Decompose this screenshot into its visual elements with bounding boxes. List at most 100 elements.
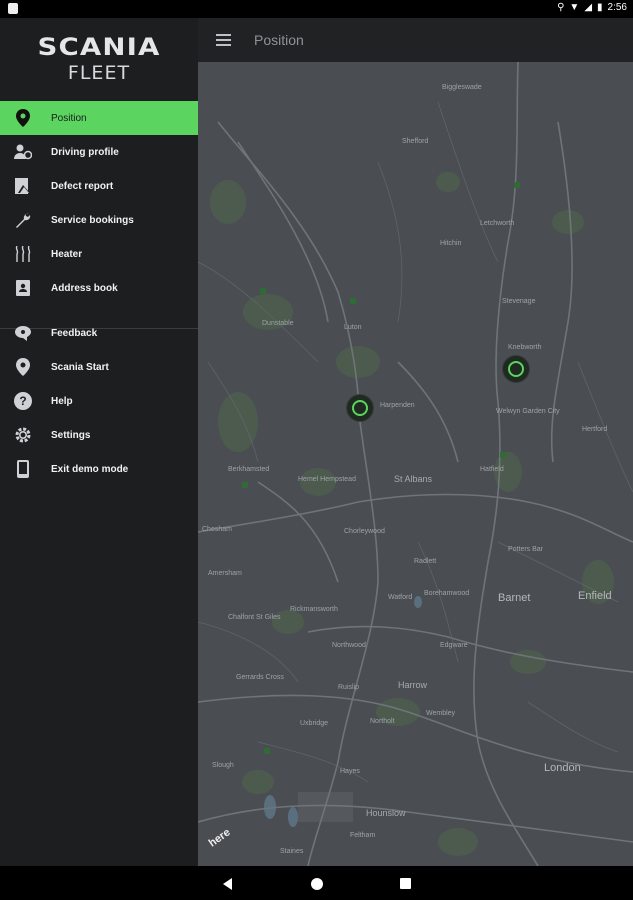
status-time: 2:56: [607, 2, 627, 13]
logo-line1: SCANIA: [37, 33, 161, 61]
drawer-item-label: Position: [51, 112, 87, 124]
map-label: Hounslow: [366, 808, 406, 818]
drawer-item-service-bookings[interactable]: Service bookings: [0, 203, 198, 237]
logo-line2: FLEET: [67, 62, 131, 84]
map-view[interactable]: Biggleswade Shefford Letchworth Hitchin …: [198, 62, 633, 866]
status-bar: ⚲ ▼ ◢ ▮ 2:56: [0, 0, 633, 18]
drawer-item-help[interactable]: ? Help: [0, 384, 198, 418]
map-label: Edgware: [440, 642, 468, 649]
battery-icon: ▮: [597, 2, 603, 13]
map-label: Hatfield: [480, 466, 504, 473]
map-label: Radlett: [414, 558, 437, 565]
feedback-icon: [13, 323, 33, 343]
hamburger-icon[interactable]: [216, 34, 231, 46]
map-label: Chesham: [202, 526, 232, 533]
vehicle-marker[interactable]: [346, 394, 374, 422]
gear-icon: [13, 425, 33, 445]
drawer-item-label: Defect report: [51, 180, 114, 192]
map-label: Borehamwood: [424, 590, 470, 597]
map-label: Uxbridge: [300, 720, 329, 727]
drawer-item-label: Driving profile: [51, 146, 119, 158]
scania-fleet-logo: SCANIA FLEET: [0, 34, 198, 84]
location-pin-icon: [13, 357, 33, 377]
map-label: Enfield: [578, 590, 612, 602]
location-icon: ⚲: [557, 2, 565, 13]
map-label: Hemel Hempstead: [298, 476, 356, 483]
map-label: Welwyn Garden City: [496, 408, 560, 415]
map-label: Ruislip: [338, 684, 360, 691]
drawer-item-feedback[interactable]: Feedback: [0, 316, 198, 350]
map-label: London: [544, 762, 581, 774]
map-label: Chalfont St Giles: [228, 614, 281, 621]
map-label: Feltham: [350, 832, 376, 839]
svg-text:?: ?: [19, 394, 26, 408]
app-toolbar: Position: [198, 18, 633, 62]
drawer-item-label: Scania Start: [51, 361, 109, 373]
wifi-icon: ▼: [569, 2, 580, 13]
notification-icon: [8, 3, 18, 14]
map-label: St Albans: [394, 474, 433, 484]
defect-report-icon: [13, 176, 33, 196]
drawer-item-exit-demo-mode[interactable]: Exit demo mode: [0, 452, 198, 486]
home-icon[interactable]: [311, 878, 323, 890]
road-shield-icon: [264, 748, 270, 754]
map-label: Barnet: [498, 592, 531, 604]
drawer-item-label: Settings: [51, 429, 91, 441]
road-shield-icon: [350, 298, 356, 304]
drawer-item-driving-profile[interactable]: Driving profile: [0, 135, 198, 169]
map-label: Knebworth: [508, 344, 542, 351]
map-label: Hayes: [340, 768, 360, 775]
drawer-item-defect-report[interactable]: Defect report: [0, 169, 198, 203]
drawer-item-position[interactable]: Position: [0, 101, 198, 135]
drawer-item-address-book[interactable]: Address book: [0, 271, 198, 305]
road-shield-icon: [260, 288, 266, 294]
road-shield-icon: [514, 182, 520, 188]
map-label: Watford: [388, 594, 413, 601]
map-label: Gerrards Cross: [236, 674, 284, 681]
map-label: Slough: [212, 762, 234, 769]
road-shield-icon: [242, 482, 248, 488]
map-label: Chorleywood: [344, 528, 385, 535]
map-label: Harrow: [398, 680, 428, 690]
navigation-drawer: SCANIA FLEET Position Driving profile De…: [0, 18, 198, 866]
phone-icon: [13, 459, 33, 479]
map-label: Potters Bar: [508, 546, 544, 553]
map-label: Stevenage: [502, 298, 536, 305]
map-label: Luton: [344, 324, 362, 331]
map-label: Biggleswade: [442, 84, 482, 91]
vehicle-marker[interactable]: [502, 355, 530, 383]
map-label: Northolt: [370, 718, 395, 725]
recent-apps-icon[interactable]: [400, 878, 411, 889]
map-label: Hertford: [582, 426, 608, 433]
drawer-item-settings[interactable]: Settings: [0, 418, 198, 452]
map-label: Wembley: [426, 710, 456, 717]
system-nav-bar: [0, 866, 633, 900]
road-shield-icon: [500, 452, 506, 458]
address-book-icon: [13, 278, 33, 298]
wrench-icon: [13, 210, 33, 230]
map-label: Amersham: [208, 570, 242, 577]
drawer-item-scania-start[interactable]: Scania Start: [0, 350, 198, 384]
map-label: Rickmansworth: [290, 606, 338, 613]
drawer-item-label: Help: [51, 395, 73, 407]
back-icon[interactable]: [223, 878, 232, 890]
drawer-item-label: Feedback: [51, 327, 98, 339]
drawer-item-label: Service bookings: [51, 214, 134, 226]
map-label: Northwood: [332, 642, 366, 649]
help-icon: ?: [13, 391, 33, 411]
map-roads: [198, 62, 633, 866]
drawer-item-label: Heater: [51, 248, 83, 260]
map-label: Letchworth: [480, 220, 515, 227]
map-label: Berkhamsted: [228, 466, 270, 473]
signal-icon: ◢: [584, 2, 593, 13]
drawer-item-label: Address book: [51, 282, 118, 294]
map-label: Harpenden: [380, 402, 415, 409]
driver-profile-icon: [13, 142, 33, 162]
map-label: Staines: [280, 848, 304, 855]
map-label: Dunstable: [262, 320, 294, 327]
drawer-item-label: Exit demo mode: [51, 463, 129, 475]
map-label: Shefford: [402, 138, 429, 145]
heater-icon: [13, 244, 33, 264]
page-title: Position: [254, 32, 304, 48]
drawer-item-heater[interactable]: Heater: [0, 237, 198, 271]
